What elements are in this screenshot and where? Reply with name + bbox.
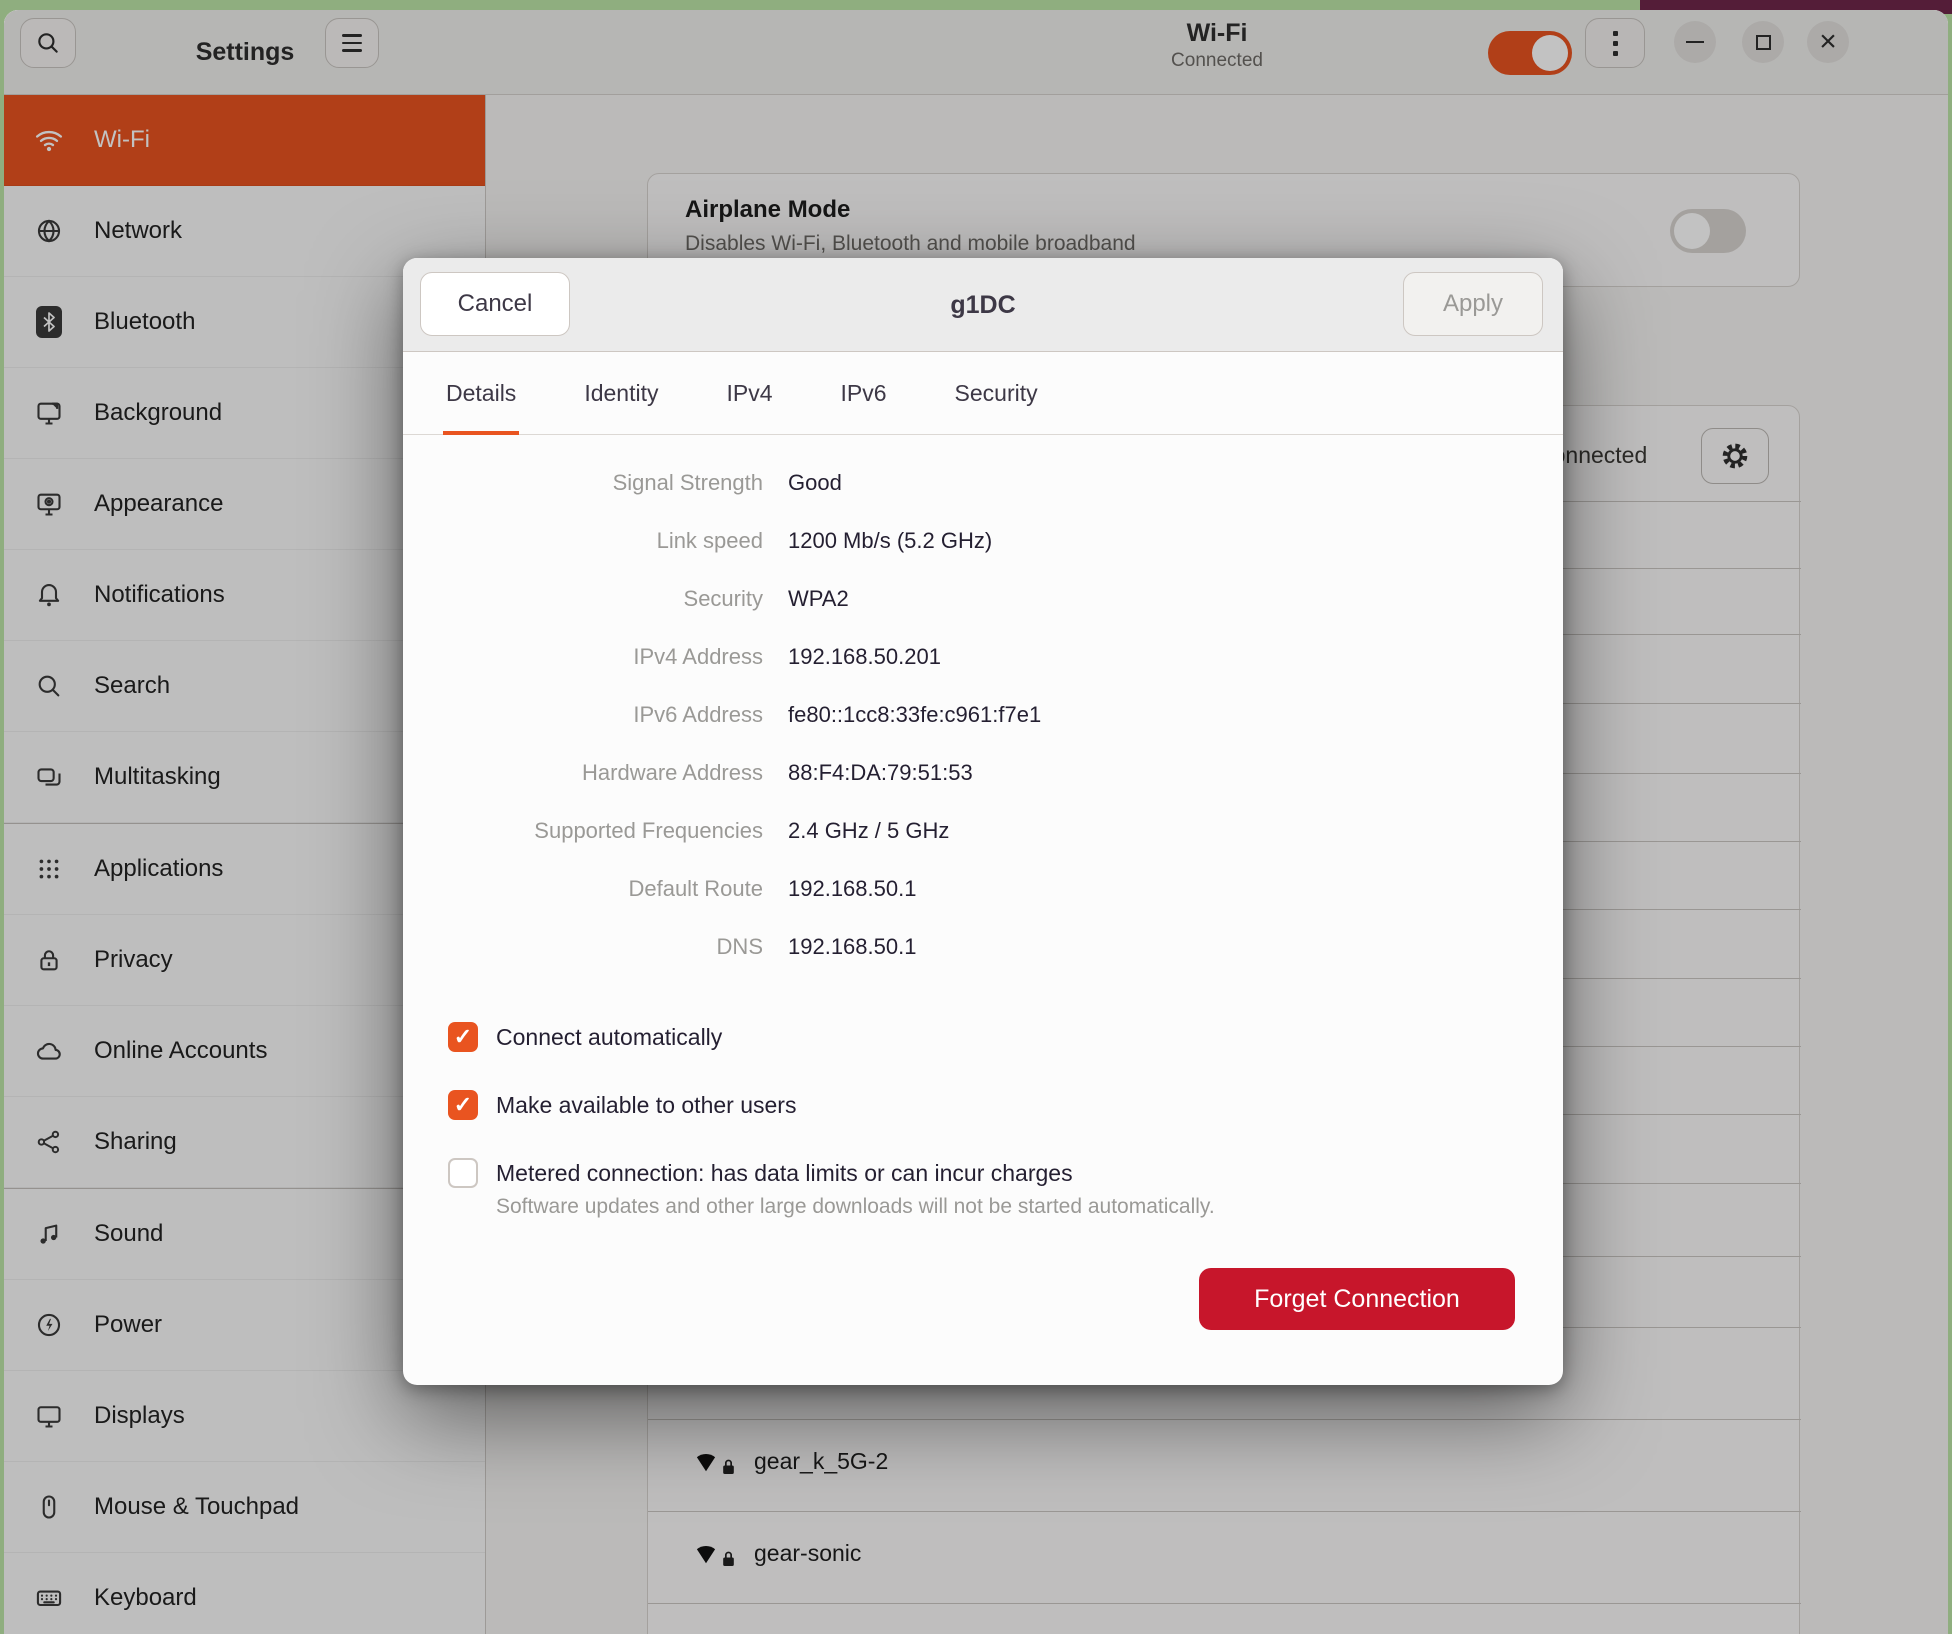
apply-button[interactable]: Apply [1403, 272, 1543, 336]
detail-label: IPv6 Address [433, 698, 763, 756]
tab-security[interactable]: Security [952, 352, 1041, 435]
connection-details-dialog: g1DC Cancel Apply Details Identity IPv4 … [403, 258, 1563, 1385]
dialog-tabs: Details Identity IPv4 IPv6 Security [403, 352, 1563, 435]
forget-connection-button[interactable]: Forget Connection [1199, 1268, 1515, 1330]
detail-value: 88:F4:DA:79:51:53 [788, 756, 1533, 814]
make-available-row[interactable]: ✓ Make available to other users [448, 1071, 1528, 1139]
connect-automatically-row[interactable]: ✓ Connect automatically [448, 1003, 1528, 1071]
detail-value: 192.168.50.1 [788, 930, 1533, 988]
dialog-title: g1DC [403, 258, 1563, 352]
checkbox-label: Metered connection: has data limits or c… [496, 1160, 1073, 1187]
connection-options: ✓ Connect automatically ✓ Make available… [448, 1003, 1528, 1219]
detail-label: Signal Strength [433, 466, 763, 524]
detail-label: IPv4 Address [433, 640, 763, 698]
tab-ipv4[interactable]: IPv4 [723, 352, 775, 435]
dialog-header: g1DC Cancel Apply [403, 258, 1563, 352]
metered-connection-subtitle: Software updates and other large downloa… [496, 1195, 1528, 1219]
tab-ipv6[interactable]: IPv6 [838, 352, 890, 435]
detail-value: 192.168.50.1 [788, 872, 1533, 930]
checkbox-checked-icon[interactable]: ✓ [448, 1022, 478, 1052]
detail-value: WPA2 [788, 582, 1533, 640]
cancel-button[interactable]: Cancel [420, 272, 570, 336]
detail-label: DNS [433, 930, 763, 988]
detail-label: Link speed [433, 524, 763, 582]
checkbox-checked-icon[interactable]: ✓ [448, 1090, 478, 1120]
checkbox-label: Connect automatically [496, 1024, 722, 1051]
detail-value: 2.4 GHz / 5 GHz [788, 814, 1533, 872]
metered-connection-row[interactable]: Metered connection: has data limits or c… [448, 1153, 1528, 1193]
detail-label: Supported Frequencies [433, 814, 763, 872]
checkbox-label: Make available to other users [496, 1092, 796, 1119]
detail-label: Default Route [433, 872, 763, 930]
detail-value: 192.168.50.201 [788, 640, 1533, 698]
checkbox-unchecked-icon[interactable] [448, 1158, 478, 1188]
tab-details[interactable]: Details [443, 352, 519, 435]
detail-label: Hardware Address [433, 756, 763, 814]
detail-label: Security [433, 582, 763, 640]
detail-value: fe80::1cc8:33fe:c961:f7e1 [788, 698, 1533, 756]
detail-value: 1200 Mb/s (5.2 GHz) [788, 524, 1533, 582]
detail-value: Good [788, 466, 1533, 524]
connection-details-list: Signal Strength Good Link speed 1200 Mb/… [433, 466, 1533, 988]
tab-identity[interactable]: Identity [581, 352, 661, 435]
